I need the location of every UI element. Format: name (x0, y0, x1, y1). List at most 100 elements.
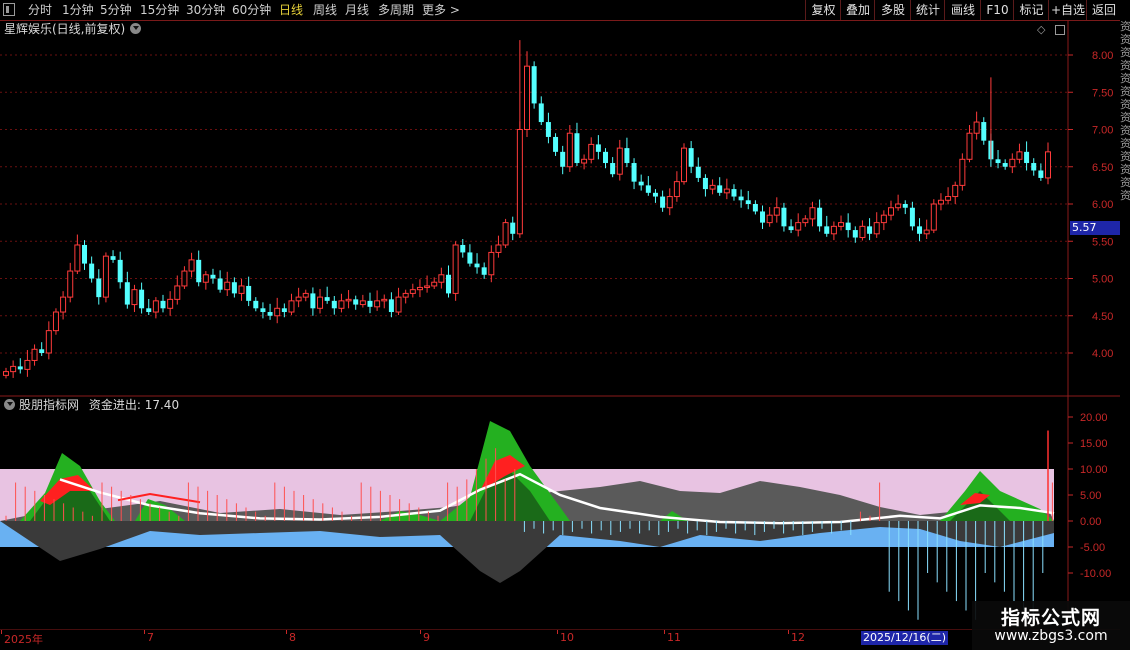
right-side-panel[interactable]: 资资资资资资资资资资资资资资 (1120, 20, 1130, 630)
candle-up (24, 359, 31, 370)
period-tab-7[interactable]: 周线 (313, 0, 337, 20)
candle-down (110, 256, 116, 260)
toolbar-button-1[interactable]: 叠加 (840, 0, 875, 20)
candle-up (431, 281, 438, 287)
candle-down (852, 230, 858, 238)
candle-down (538, 103, 544, 123)
period-tab-5[interactable]: 60分钟 (232, 0, 271, 20)
candle-up (973, 121, 980, 134)
indicator-value-label: 资金进出: (88, 398, 141, 412)
candle-up (859, 225, 866, 239)
date-label-5: 11 (667, 631, 681, 644)
candle-down (474, 263, 480, 268)
toolbar-button-2[interactable]: 多股 (874, 0, 911, 20)
candle-down (624, 148, 630, 164)
ind-tick-label: 5.00 (1080, 490, 1101, 502)
candle-down (246, 285, 252, 301)
period-tab-10[interactable]: 更多 > (422, 0, 460, 20)
candle-up (295, 296, 302, 302)
candle-up (666, 196, 673, 209)
watermark: 指标公式网 www.zbgs3.com (972, 601, 1130, 650)
candle-up (952, 184, 959, 198)
candle-up (681, 147, 688, 183)
candle-down (367, 300, 373, 307)
candle-down (324, 297, 330, 301)
toolbar-button-8[interactable]: 返回 (1086, 0, 1121, 20)
toolbar-button-5[interactable]: F10 (980, 0, 1014, 20)
candle-down (217, 278, 223, 290)
candle-down (481, 267, 487, 275)
date-label-0: 2025年 (4, 633, 43, 646)
period-tab-4[interactable]: 30分钟 (186, 0, 225, 20)
date-label-4: 10 (560, 631, 574, 644)
period-tab-1[interactable]: 1分钟 (62, 0, 94, 20)
candle-up (1045, 151, 1051, 179)
candle-down (902, 204, 908, 208)
candle-down (1002, 163, 1008, 167)
candle-down (631, 163, 637, 182)
period-tab-8[interactable]: 月线 (345, 0, 369, 20)
toolbar-button-4[interactable]: 画线 (944, 0, 981, 20)
candle-up (167, 298, 174, 309)
toolbar-button-0[interactable]: 复权 (805, 0, 841, 20)
candle-down (531, 66, 537, 104)
candle-up (10, 365, 17, 373)
sidebar-toggle-icon[interactable] (3, 3, 15, 16)
candle-down (909, 207, 915, 227)
candle-up (374, 300, 381, 308)
candle-down (745, 200, 751, 204)
candle-up (31, 348, 38, 361)
candle-down (1024, 151, 1030, 164)
candle-up (880, 214, 887, 224)
candle-down (595, 144, 601, 152)
candle-down (267, 312, 273, 316)
candle-up (923, 229, 930, 235)
indicator-title: 股朋指标网 资金进出: 17.40 (4, 397, 179, 413)
candle-down (253, 300, 259, 309)
price-tick-label: 6.00 (1092, 199, 1113, 211)
candle-up (773, 207, 780, 216)
ind-tick-label: -5.00 (1080, 542, 1105, 554)
candle-up (381, 298, 388, 302)
period-tab-0[interactable]: 分时 (28, 0, 52, 20)
candle-down (39, 349, 45, 353)
period-tab-3[interactable]: 15分钟 (140, 0, 179, 20)
current-price-tag: 5.57 (1070, 221, 1120, 235)
candle-up (502, 222, 509, 246)
candle-up (452, 244, 459, 294)
candle-down (96, 278, 102, 298)
candle-up (709, 184, 716, 190)
candle-up (524, 65, 530, 130)
candle-up (416, 286, 423, 291)
candle-up (673, 181, 680, 198)
candle-down (788, 226, 794, 231)
period-tab-6[interactable]: 日线 (279, 0, 303, 20)
period-tab-9[interactable]: 多周期 (378, 0, 414, 20)
chevron-down-icon[interactable] (4, 399, 15, 410)
date-tick (664, 630, 665, 634)
candle-down (146, 308, 152, 313)
candle-down (652, 192, 658, 197)
candle-down (445, 274, 451, 294)
candle-down (781, 207, 787, 227)
candle-up (581, 158, 588, 164)
period-tab-2[interactable]: 5分钟 (100, 0, 132, 20)
candle-down (281, 308, 287, 313)
candle-down (510, 222, 516, 234)
date-label-1: 7 (147, 631, 154, 644)
candle-up (873, 222, 880, 235)
chart-area[interactable]: 4.00 4.50 5.00 5.50 6.00 6.50 7.00 7.50 8.00 -10.… (0, 20, 1120, 630)
date-tick (557, 630, 558, 634)
candle-up (202, 274, 209, 283)
candle-up (102, 255, 109, 298)
toolbar-button-6[interactable]: 标记 (1013, 0, 1049, 20)
toolbar-button-7[interactable]: +自选 (1048, 0, 1087, 20)
candle-up (131, 289, 138, 306)
candle-down (17, 366, 23, 370)
candle-down (867, 226, 873, 234)
candle-up (723, 188, 730, 194)
toolbar-button-3[interactable]: 统计 (910, 0, 945, 20)
candle-down (603, 151, 609, 164)
candle-down (89, 263, 95, 279)
candle-down (645, 185, 651, 193)
